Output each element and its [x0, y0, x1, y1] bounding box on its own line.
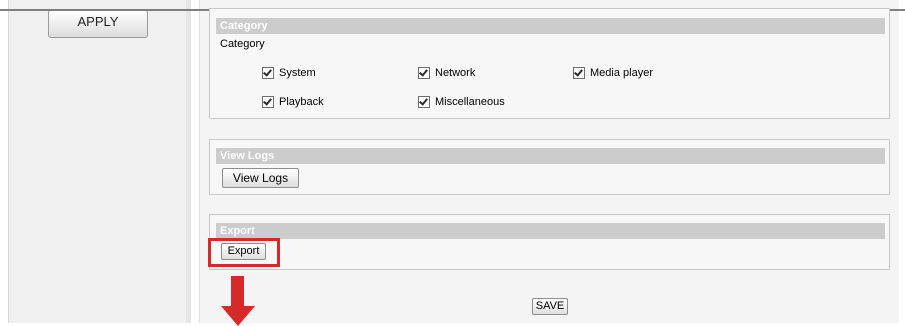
checkbox-system[interactable]: System [262, 67, 316, 79]
view-logs-section: View Logs [209, 139, 890, 195]
view-logs-button[interactable]: View Logs [222, 168, 299, 188]
checkbox-checked-icon[interactable] [418, 67, 430, 79]
checkbox-checked-icon[interactable] [418, 96, 430, 108]
category-label: Category [220, 38, 265, 50]
apply-button[interactable]: APPLY [48, 10, 148, 38]
view-logs-section-header: View Logs [216, 148, 885, 164]
annotation-arrow-down-icon [221, 306, 255, 326]
checkbox-label: System [279, 67, 316, 79]
export-button[interactable]: Export [221, 243, 266, 260]
checkbox-label: Playback [279, 96, 324, 108]
left-panel [8, 0, 186, 323]
category-section-header: Category [216, 18, 885, 34]
annotation-arrow-shaft [231, 276, 244, 309]
checkbox-miscellaneous[interactable]: Miscellaneous [418, 96, 505, 108]
checkbox-checked-icon[interactable] [262, 67, 274, 79]
checkbox-media-player[interactable]: Media player [573, 67, 653, 79]
checkbox-checked-icon[interactable] [262, 96, 274, 108]
checkbox-playback[interactable]: Playback [262, 96, 324, 108]
checkbox-label: Media player [590, 67, 653, 79]
export-section: Export [209, 214, 890, 270]
panel-divider [186, 0, 191, 323]
save-button[interactable]: SAVE [532, 298, 568, 315]
checkbox-network[interactable]: Network [418, 67, 475, 79]
checkbox-checked-icon[interactable] [573, 67, 585, 79]
checkbox-label: Miscellaneous [435, 96, 505, 108]
export-section-header: Export [216, 223, 885, 239]
checkbox-label: Network [435, 67, 476, 79]
